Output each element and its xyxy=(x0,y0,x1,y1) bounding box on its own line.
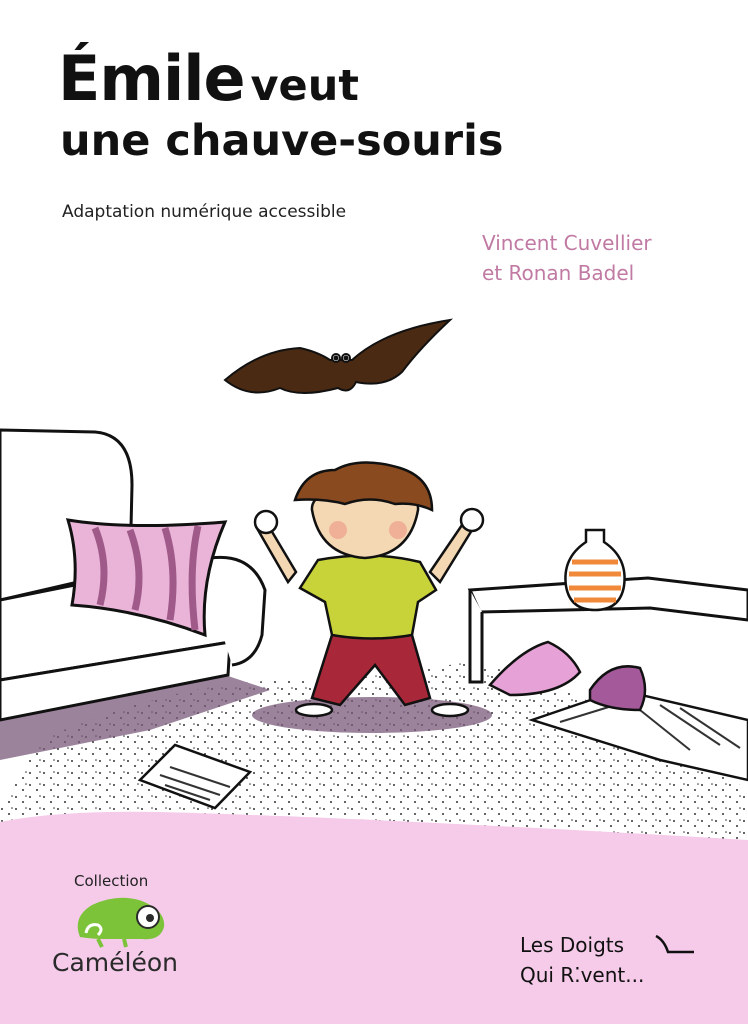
book-cover: Émile veut une chauve-souris Adaptation n… xyxy=(0,0,748,1024)
title-line-2: une chauve-souris xyxy=(60,116,504,166)
vase xyxy=(564,528,626,612)
author-line-1: Vincent Cuvellier xyxy=(482,231,652,255)
publisher-hook-mark xyxy=(655,934,694,954)
authors: Vincent Cuvellier et Ronan Badel xyxy=(482,228,652,288)
subtitle: Adaptation numérique accessible xyxy=(62,202,347,222)
author-line-2: et Ronan Badel xyxy=(482,261,635,285)
title-word-veut: veut xyxy=(250,61,359,111)
title-line-1: Émile veut xyxy=(58,48,503,110)
bat-icon xyxy=(223,318,454,394)
publisher-line-1: Les Doigts xyxy=(520,933,625,957)
title-main-word: Émile xyxy=(58,42,246,115)
cover-illustration xyxy=(0,318,748,850)
publisher-line-2: Qui R⁚vent... xyxy=(520,963,645,987)
chameleon-logo-icon xyxy=(77,897,165,948)
collection-label: Collection xyxy=(74,872,149,890)
publisher-logo: Les Doigts Qui R⁚vent... xyxy=(520,930,644,990)
collection-name: Caméléon xyxy=(52,948,178,977)
book-title: Émile veut une chauve-souris xyxy=(58,48,503,163)
